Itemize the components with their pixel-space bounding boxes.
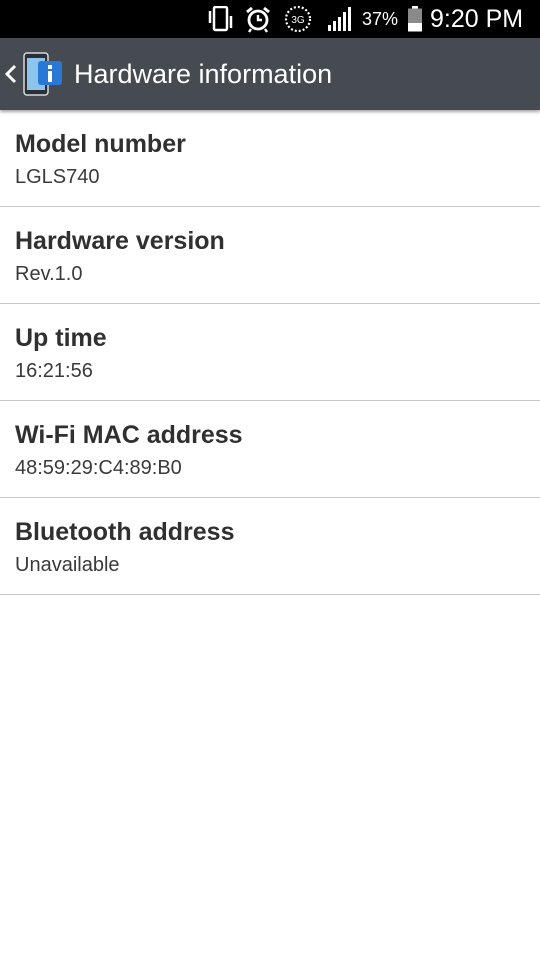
- page-title: Hardware information: [74, 59, 333, 89]
- status-time: 9:20 PM: [430, 4, 524, 33]
- 3g-icon: 3G: [282, 0, 314, 38]
- battery-icon: [405, 0, 425, 38]
- item-value: LGLS740: [15, 166, 100, 188]
- list-item-up-time[interactable]: Up time 16:21:56: [0, 304, 540, 401]
- item-label: Hardware version: [15, 227, 225, 255]
- action-bar: Hardware information: [0, 38, 540, 110]
- back-chevron-icon: [4, 64, 18, 89]
- network-type-label: 3G: [291, 15, 305, 26]
- item-value: Unavailable: [15, 554, 120, 576]
- battery-percent: 37%: [361, 8, 399, 29]
- item-value: 16:21:56: [15, 360, 93, 382]
- item-label: Model number: [15, 130, 186, 158]
- hardware-info-list: Model number LGLS740 Hardware version Re…: [0, 110, 540, 595]
- status-bar: 3G 37% 9:20 PM: [0, 0, 540, 38]
- item-label: Bluetooth address: [15, 518, 235, 546]
- item-label: Up time: [15, 324, 107, 352]
- list-item-hardware-version[interactable]: Hardware version Rev.1.0: [0, 207, 540, 304]
- vibrate-icon: [205, 0, 237, 38]
- item-value: Rev.1.0: [15, 263, 83, 285]
- list-item-bluetooth-address[interactable]: Bluetooth address Unavailable: [0, 498, 540, 595]
- back-button[interactable]: [0, 38, 70, 110]
- alarm-icon: [243, 0, 273, 38]
- item-value: 48:59:29:C4:89:B0: [15, 457, 182, 479]
- item-label: Wi-Fi MAC address: [15, 421, 243, 449]
- list-item-wifi-mac-address[interactable]: Wi-Fi MAC address 48:59:29:C4:89:B0: [0, 401, 540, 498]
- list-item-model-number[interactable]: Model number LGLS740: [0, 110, 540, 207]
- hardware-info-icon: [22, 51, 66, 102]
- signal-icon: [324, 0, 358, 38]
